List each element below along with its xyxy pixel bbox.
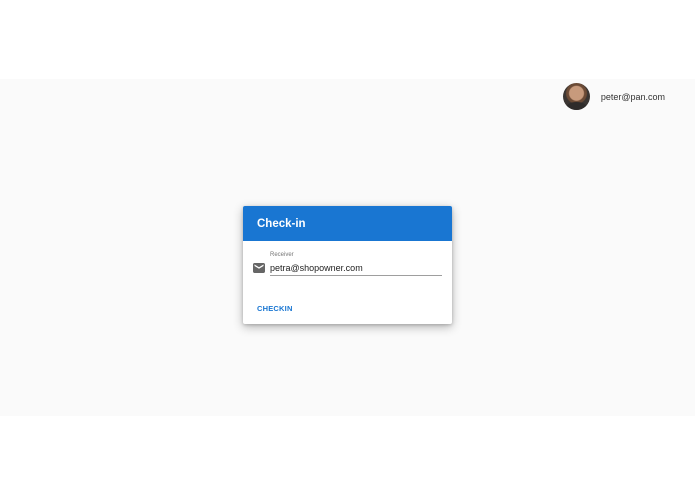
- dialog-title: Check-in: [257, 217, 306, 230]
- receiver-input[interactable]: [270, 260, 442, 276]
- mail-icon: [253, 263, 265, 273]
- checkin-dialog: Check-in Receiver CHECKIN: [243, 206, 452, 324]
- avatar[interactable]: [562, 83, 590, 110]
- user-menu[interactable]: peter@pan.com: [562, 83, 665, 110]
- dialog-header: Check-in: [243, 206, 452, 241]
- checkin-button[interactable]: CHECKIN: [251, 301, 299, 316]
- avatar-shirt: [565, 102, 587, 110]
- receiver-field: Receiver: [243, 241, 452, 281]
- app-area: peter@pan.com Check-in Receiver CHECKIN: [0, 79, 695, 416]
- user-email: peter@pan.com: [600, 91, 665, 102]
- receiver-label: Receiver: [270, 252, 294, 258]
